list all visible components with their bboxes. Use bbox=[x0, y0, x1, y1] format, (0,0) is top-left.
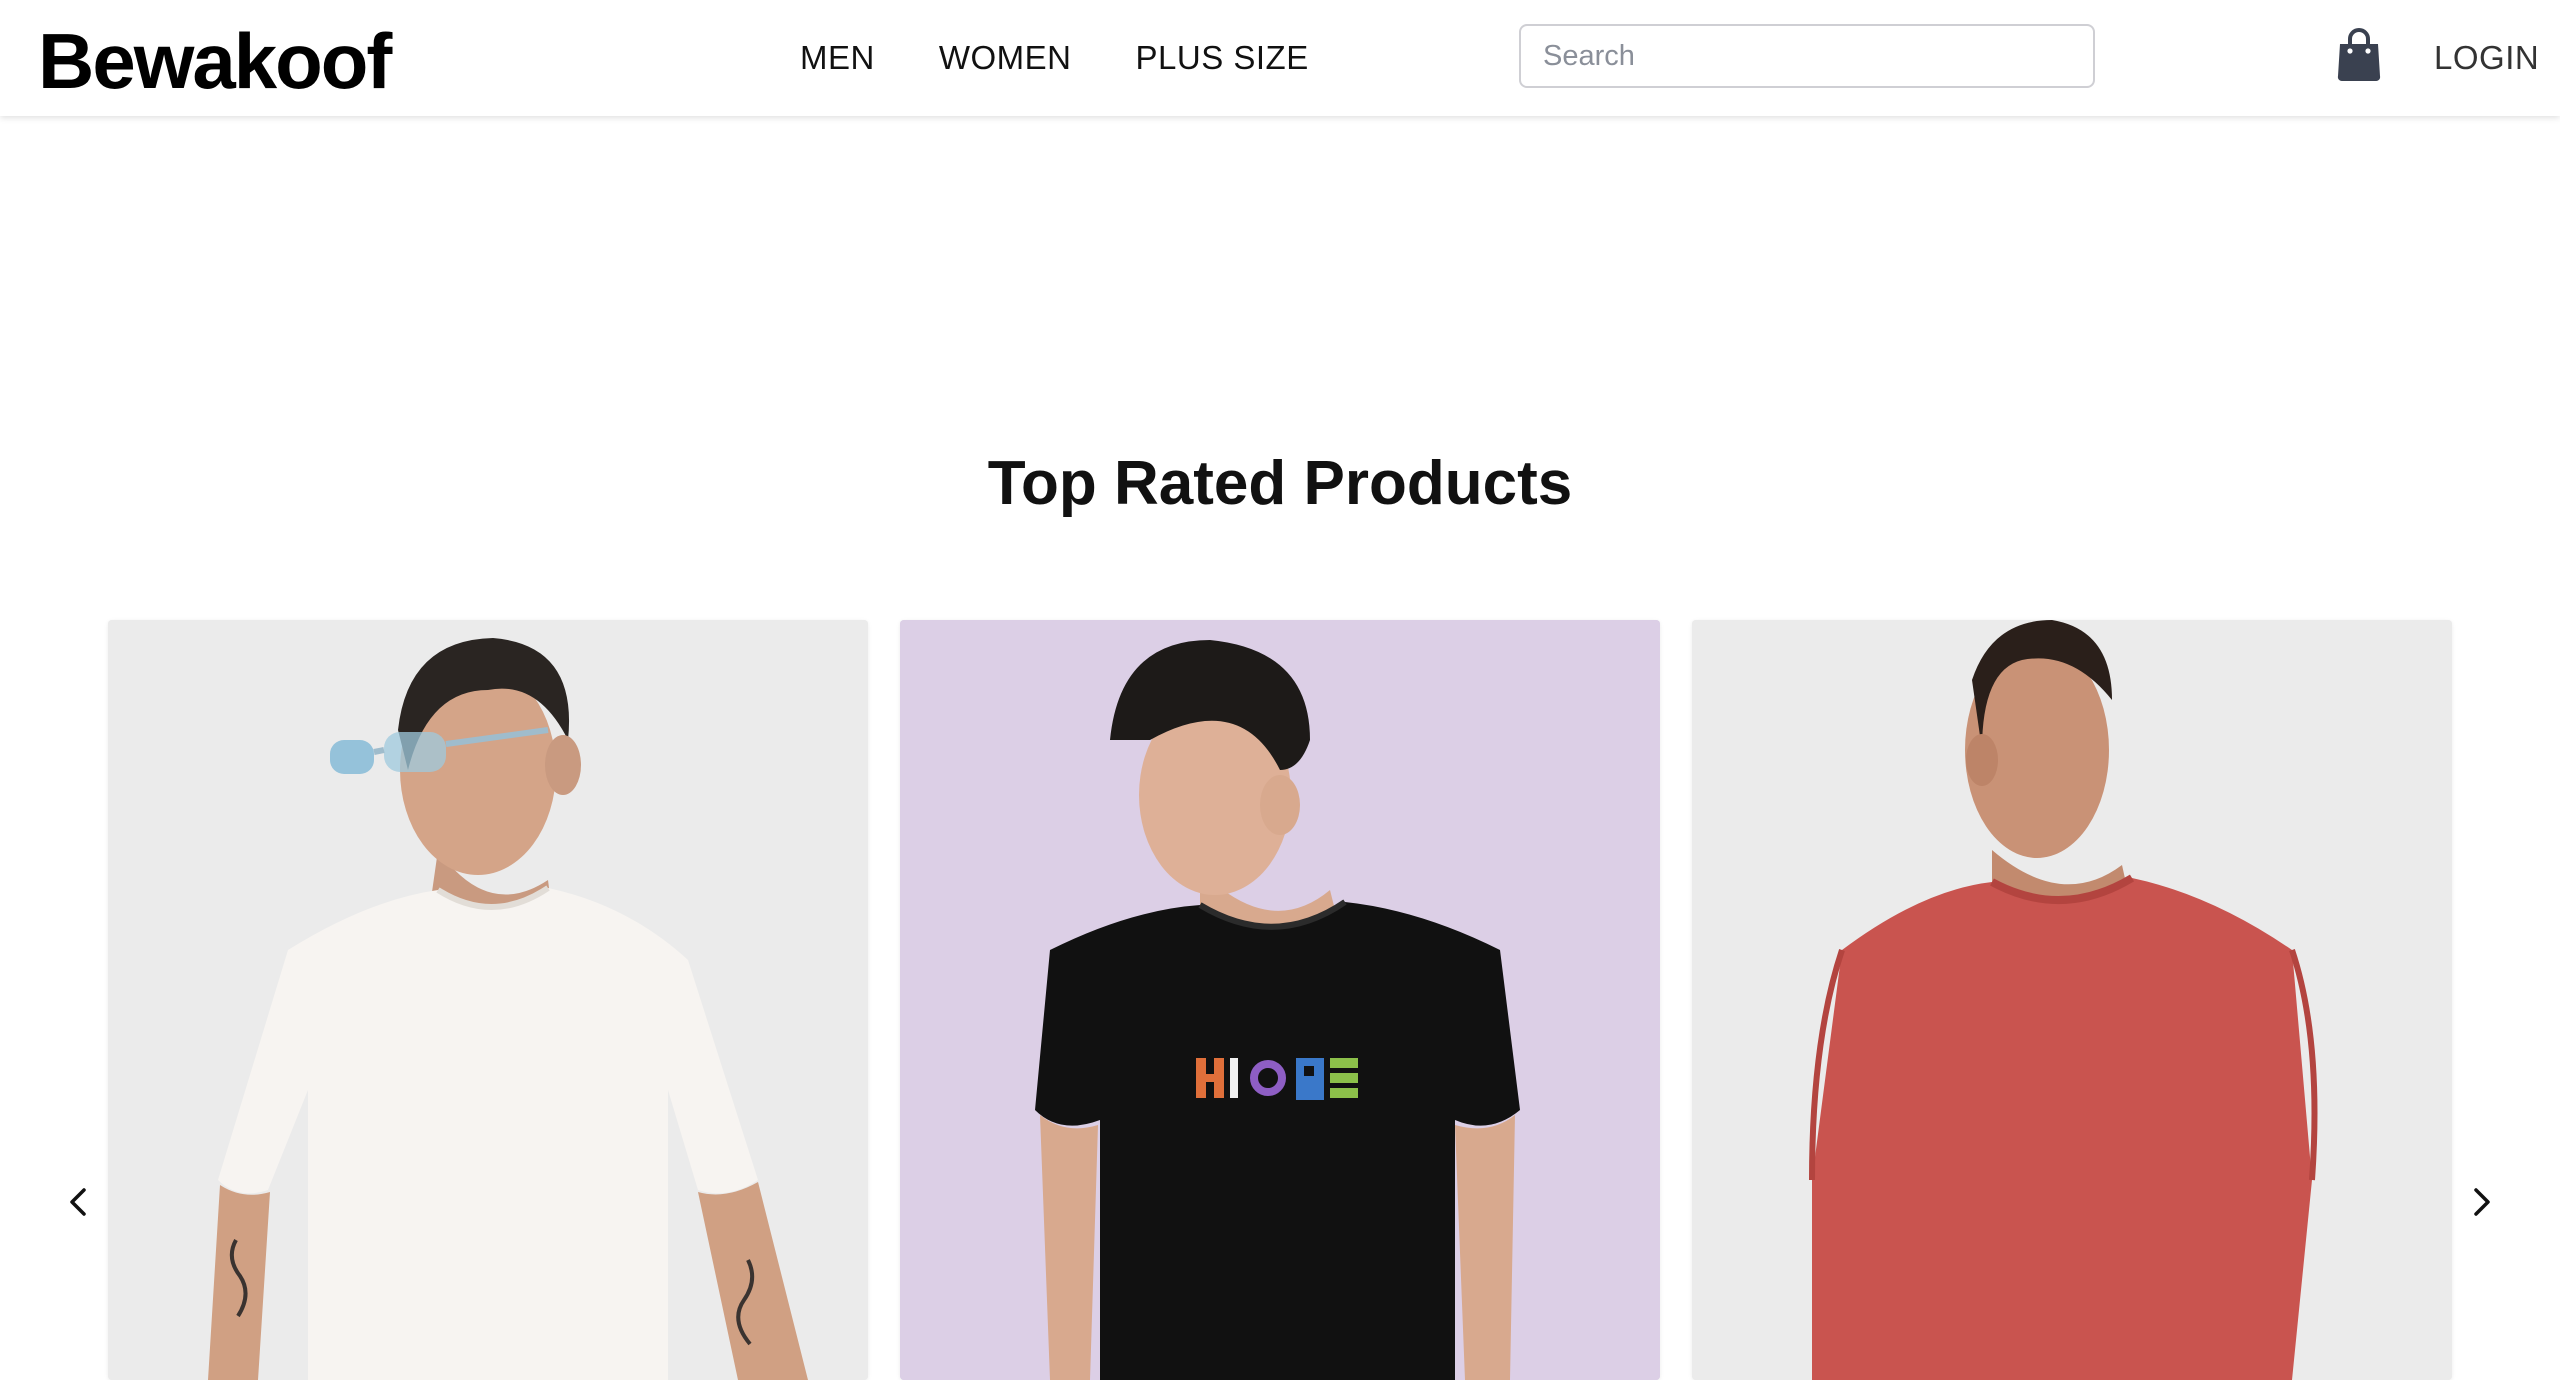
bewakoof-logo[interactable]: Bewakoof bbox=[38, 22, 556, 94]
logo-text: Bewakoof bbox=[38, 22, 393, 94]
nav-plus-size[interactable]: PLUS SIZE bbox=[1136, 39, 1309, 77]
product-image-red-tee bbox=[1692, 620, 2452, 1380]
product-image-hope-tee bbox=[900, 620, 1660, 1380]
product-image-white-tee bbox=[108, 620, 868, 1380]
top-navbar: Bewakoof MEN WOMEN PLUS SIZE LOGIN bbox=[0, 0, 2560, 116]
search-input[interactable] bbox=[1519, 24, 2095, 88]
carousel-prev-button[interactable] bbox=[58, 1180, 98, 1224]
product-card-3[interactable] bbox=[1692, 620, 2452, 1380]
shopping-bag-icon[interactable] bbox=[2336, 28, 2382, 82]
product-card-2[interactable] bbox=[900, 620, 1660, 1380]
section-title: Top Rated Products bbox=[987, 449, 1573, 518]
nav-men[interactable]: MEN bbox=[800, 39, 875, 77]
main-nav: MEN WOMEN PLUS SIZE bbox=[800, 0, 1373, 116]
product-card-1[interactable] bbox=[108, 620, 868, 1380]
chevron-right-icon bbox=[2474, 1188, 2490, 1216]
nav-women[interactable]: WOMEN bbox=[939, 39, 1072, 77]
login-link[interactable]: LOGIN bbox=[2434, 0, 2539, 116]
chevron-left-icon bbox=[70, 1188, 86, 1216]
carousel-next-button[interactable] bbox=[2462, 1180, 2502, 1224]
